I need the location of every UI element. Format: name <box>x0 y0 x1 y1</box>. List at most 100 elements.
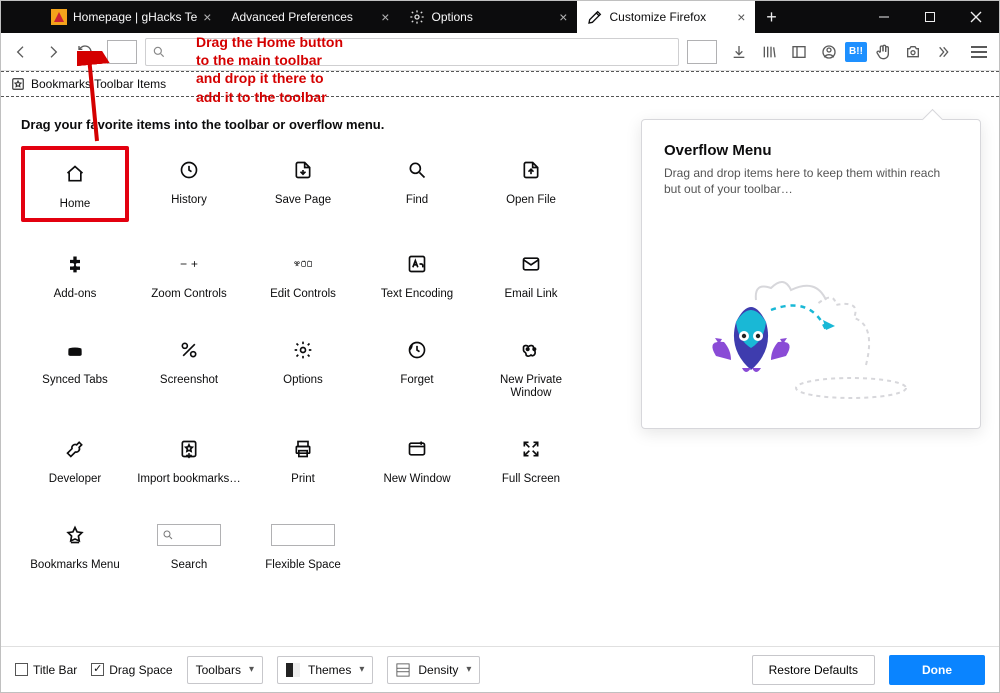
window-close-button[interactable] <box>953 1 999 33</box>
screenshot-icon <box>157 332 221 368</box>
close-icon[interactable]: × <box>559 9 567 25</box>
overflow-title: Overflow Menu <box>664 142 958 159</box>
downloads-button[interactable] <box>725 38 753 66</box>
tile-flexible-space[interactable]: Flexible Space <box>249 511 357 579</box>
tile-full-screen[interactable]: Full Screen <box>477 425 585 493</box>
paintbrush-icon <box>587 9 603 25</box>
hamburger-menu-button[interactable] <box>965 38 993 66</box>
tile-developer[interactable]: Developer <box>21 425 129 493</box>
tile-label: History <box>171 194 207 208</box>
tile-zoom[interactable]: Zoom Controls <box>135 240 243 308</box>
tile-label: New Window <box>383 473 450 487</box>
tile-private-window[interactable]: New Private Window <box>477 326 585 408</box>
tile-email-link[interactable]: Email Link <box>477 240 585 308</box>
density-dropdown[interactable]: Density▾ <box>387 656 480 684</box>
tab-ghacks[interactable]: Homepage | gHacks Te × <box>41 1 221 33</box>
tile-edit-controls[interactable]: Edit Controls <box>249 240 357 308</box>
synced-tabs-icon <box>43 332 107 368</box>
tile-label: Print <box>291 473 315 487</box>
overflow-description: Drag and drop items here to keep them wi… <box>664 165 958 197</box>
gear-icon <box>271 332 335 368</box>
tile-label: Import bookmarks… <box>137 473 241 487</box>
email-icon <box>499 246 563 282</box>
annotation-arrow <box>77 51 117 151</box>
tile-screenshot[interactable]: Screenshot <box>135 326 243 408</box>
window-minimize-button[interactable] <box>861 1 907 33</box>
close-icon[interactable]: × <box>203 9 211 25</box>
tile-forget[interactable]: Forget <box>363 326 471 408</box>
tile-synced-tabs[interactable]: Synced Tabs <box>21 326 129 408</box>
dragspace-checkbox[interactable]: Drag Space <box>91 663 172 677</box>
tab-advanced-prefs[interactable]: Advanced Preferences × <box>221 1 399 33</box>
forward-button[interactable] <box>39 38 67 66</box>
extension-badge[interactable]: B!! <box>845 42 867 62</box>
bookmarks-icon <box>11 77 25 91</box>
wrench-icon <box>43 431 107 467</box>
account-button[interactable] <box>815 38 843 66</box>
addons-icon <box>43 246 107 282</box>
title-bar: Homepage | gHacks Te × Advanced Preferen… <box>1 1 999 33</box>
restore-defaults-button[interactable]: Restore Defaults <box>752 655 875 685</box>
tab-label: Advanced Preferences <box>231 10 375 24</box>
hand-icon[interactable] <box>869 38 897 66</box>
tile-label: Open File <box>506 194 556 208</box>
tile-text-encoding[interactable]: Text Encoding <box>363 240 471 308</box>
tile-new-window[interactable]: New Window <box>363 425 471 493</box>
checkbox-label: Drag Space <box>109 663 172 677</box>
tile-label: Home <box>60 198 91 212</box>
tile-bookmarks-menu[interactable]: Bookmarks Menu <box>21 511 129 579</box>
tab-label: Options <box>431 10 553 24</box>
dropdown-label: Toolbars <box>196 663 241 677</box>
sidebar-button[interactable] <box>785 38 813 66</box>
tile-save-page[interactable]: Save Page <box>249 146 357 222</box>
tile-addons[interactable]: Add-ons <box>21 240 129 308</box>
close-icon[interactable]: × <box>381 9 389 25</box>
footer-toolbar: Title Bar Drag Space Toolbars▾ Themes▾ D… <box>1 646 999 692</box>
tile-label: Full Screen <box>502 473 560 487</box>
library-button[interactable] <box>755 38 783 66</box>
print-icon <box>271 431 335 467</box>
tile-import-bookmarks[interactable]: Import bookmarks… <box>135 425 243 493</box>
overflow-button[interactable] <box>929 38 957 66</box>
ghacks-favicon-icon <box>51 9 67 25</box>
new-tab-button[interactable]: + <box>755 1 787 33</box>
tile-home[interactable]: Home <box>21 146 129 222</box>
forget-icon <box>385 332 449 368</box>
overflow-illustration <box>642 270 980 410</box>
dropdown-label: Density <box>418 663 458 677</box>
window-controls <box>861 1 999 33</box>
tile-label: Options <box>283 374 323 388</box>
themes-dropdown[interactable]: Themes▾ <box>277 656 373 684</box>
save-page-icon <box>271 152 335 188</box>
tile-label: Find <box>406 194 428 208</box>
edit-controls-icon <box>271 246 335 282</box>
tile-label: Save Page <box>275 194 331 208</box>
toolbars-dropdown[interactable]: Toolbars▾ <box>187 656 263 684</box>
titlebar-checkbox[interactable]: Title Bar <box>15 663 77 677</box>
done-button[interactable]: Done <box>889 655 985 685</box>
tile-label: Developer <box>49 473 101 487</box>
tile-label: Screenshot <box>160 374 218 388</box>
navigation-toolbar: B!! <box>1 33 999 71</box>
tile-options[interactable]: Options <box>249 326 357 408</box>
bookmarks-toolbar[interactable]: Bookmarks Toolbar Items <box>1 71 999 97</box>
tile-find[interactable]: Find <box>363 146 471 222</box>
star-icon <box>43 517 107 553</box>
tile-search[interactable]: Search <box>135 511 243 579</box>
tile-open-file[interactable]: Open File <box>477 146 585 222</box>
window-maximize-button[interactable] <box>907 1 953 33</box>
tile-label: Bookmarks Menu <box>30 559 119 573</box>
overflow-panel[interactable]: Overflow Menu Drag and drop items here t… <box>641 119 981 429</box>
close-icon[interactable]: × <box>737 9 745 25</box>
dropdown-label: Themes <box>308 663 351 677</box>
tile-print[interactable]: Print <box>249 425 357 493</box>
back-button[interactable] <box>7 38 35 66</box>
flexible-space[interactable] <box>687 40 717 64</box>
tile-history[interactable]: History <box>135 146 243 222</box>
tile-label: Email Link <box>504 288 557 302</box>
screenshot-icon[interactable] <box>899 38 927 66</box>
tab-customize[interactable]: Customize Firefox × <box>577 1 755 33</box>
tab-options[interactable]: Options × <box>399 1 577 33</box>
find-icon <box>385 152 449 188</box>
search-box-icon <box>157 517 221 553</box>
